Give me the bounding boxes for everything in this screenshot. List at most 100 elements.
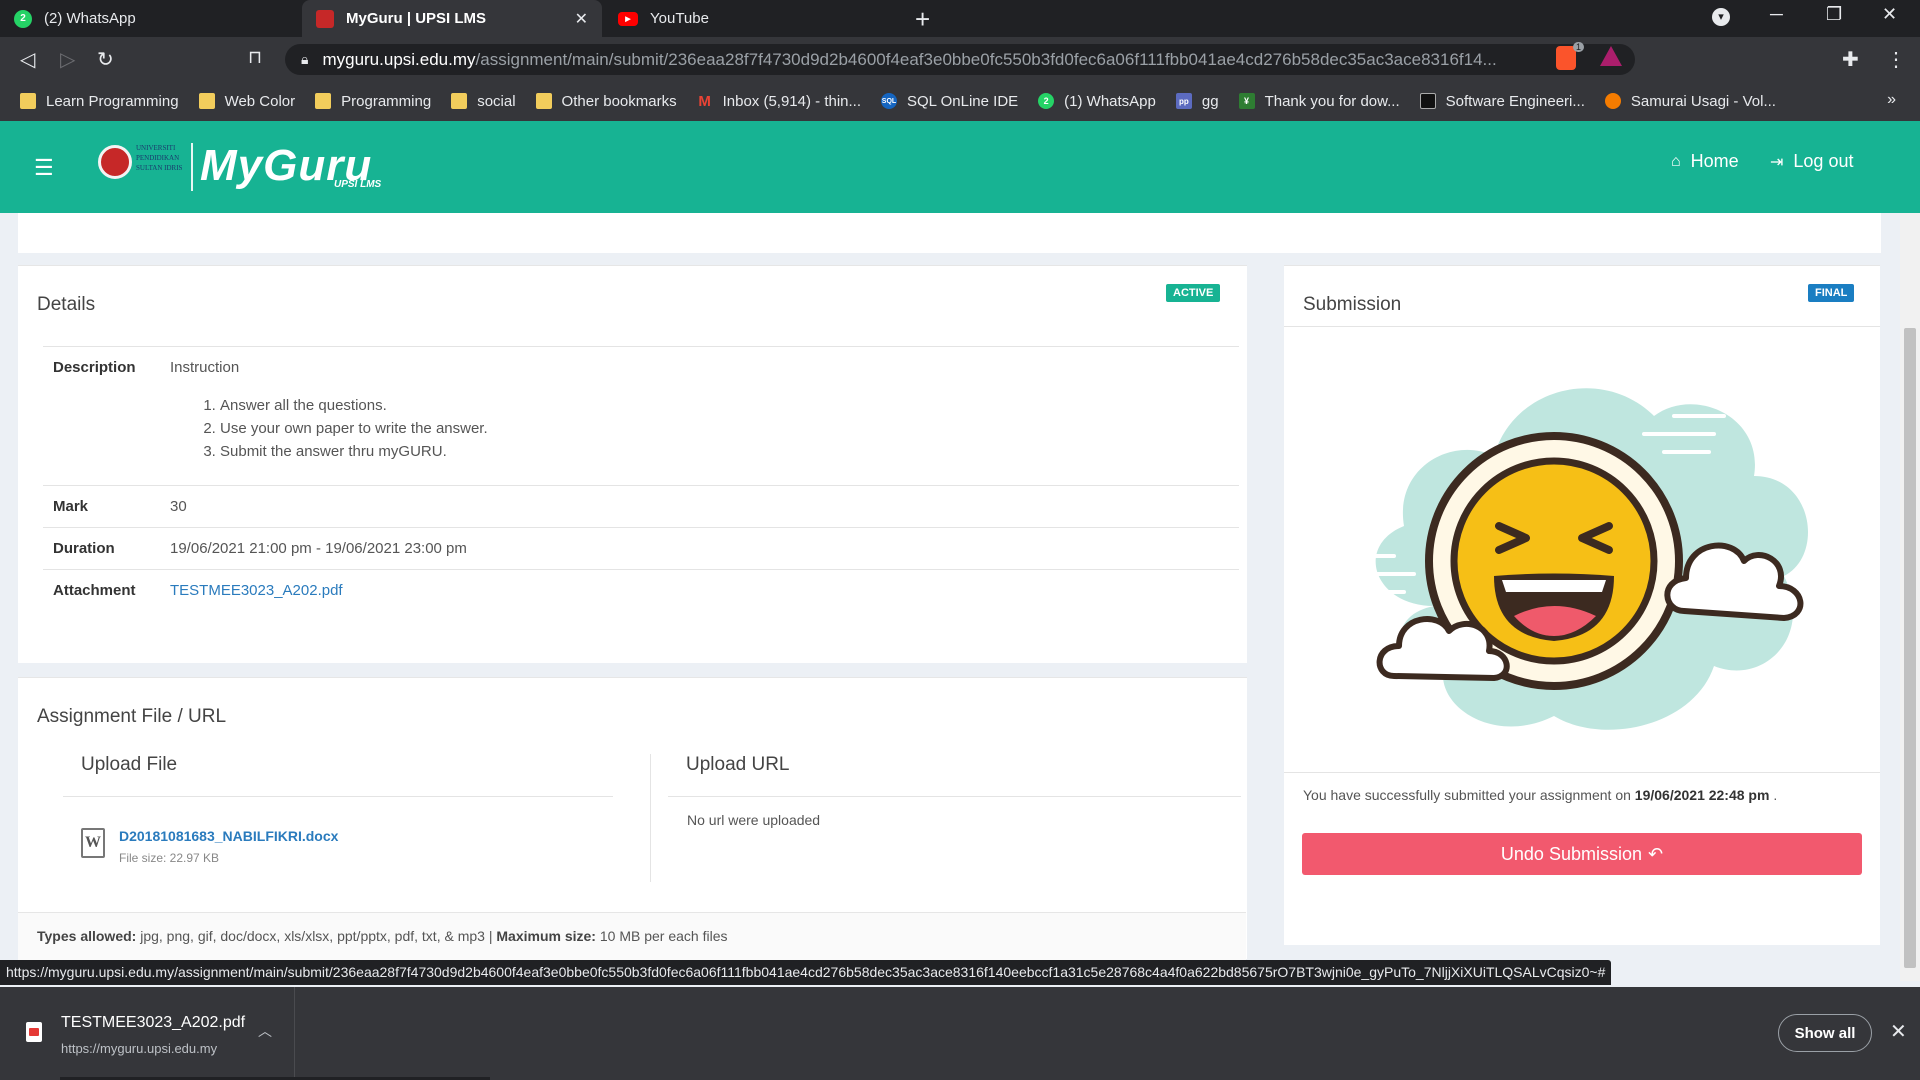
word-file-icon: W bbox=[81, 828, 105, 858]
home-label: Home bbox=[1690, 151, 1739, 171]
close-window-icon[interactable]: ✕ bbox=[1882, 4, 1897, 25]
panel-divider bbox=[1284, 326, 1880, 327]
upsi-icon bbox=[316, 9, 334, 28]
tab-youtube[interactable]: ▶ YouTube bbox=[604, 0, 904, 37]
chevron-up-icon[interactable]: ︿ bbox=[258, 1021, 272, 1041]
uploaded-file-link[interactable]: D20181081683_NABILFIKRI.docx bbox=[119, 828, 338, 844]
description-row: Description Instruction Answer all the q… bbox=[43, 346, 1239, 485]
types-separator: | bbox=[488, 928, 493, 944]
instruction-list: Answer all the questions. Use your own p… bbox=[220, 394, 488, 463]
tab-whatsapp[interactable]: 2 (2) WhatsApp bbox=[0, 0, 300, 37]
final-badge: FINAL bbox=[1808, 284, 1855, 302]
submission-panel: Submission FINAL You have successfully s… bbox=[1284, 265, 1880, 945]
bookmark-software-eng[interactable]: Software Engineeri... bbox=[1419, 93, 1585, 110]
forward-icon[interactable]: ▷ bbox=[60, 47, 75, 72]
bookmark-label: Other bookmarks bbox=[561, 92, 677, 110]
bookmark-label: Thank you for dow... bbox=[1264, 92, 1400, 110]
bookmark-gmail[interactable]: M Inbox (5,914) - thin... bbox=[697, 93, 861, 110]
reload-icon[interactable]: ↻ bbox=[97, 47, 114, 72]
bookmark-social[interactable]: social bbox=[451, 92, 516, 110]
new-tab-icon[interactable]: + bbox=[915, 4, 930, 35]
duration-row: Duration 19/06/2021 21:00 pm - 19/06/202… bbox=[43, 527, 1239, 569]
youtube-icon: ▶ bbox=[618, 11, 638, 26]
tab-search-icon[interactable]: ▾ bbox=[1712, 8, 1730, 26]
bookmark-icon[interactable]: ⊓ bbox=[248, 47, 262, 68]
download-file-name: TESTMEE3023_A202.pdf bbox=[61, 1014, 246, 1031]
undo-submission-button[interactable]: Undo Submission ↶ bbox=[1302, 833, 1862, 875]
duration-label: Duration bbox=[53, 540, 115, 557]
bookmark-label: gg bbox=[1201, 92, 1219, 110]
browser-tab-bar: 2 (2) WhatsApp MyGuru | UPSI LMS ✕ ▶ You… bbox=[0, 0, 1920, 37]
bookmark-sql-online[interactable]: SQL SQL OnLine IDE bbox=[881, 93, 1018, 110]
previous-panel-bottom bbox=[18, 213, 1881, 253]
menu-icon[interactable]: ⋮ bbox=[1886, 47, 1906, 72]
address-bar[interactable]: 🔒︎ myguru.upsi.edu.my /assignment/main/s… bbox=[285, 44, 1635, 75]
bookmark-label: (1) WhatsApp bbox=[1064, 92, 1156, 110]
file-types-info: Types allowed: jpg, png, gif, doc/docx, … bbox=[18, 912, 1246, 960]
bookmark-web-color[interactable]: Web Color bbox=[198, 93, 295, 110]
undo-label: Undo Submission bbox=[1500, 843, 1642, 864]
attachment-link[interactable]: TESTMEE3023_A202.pdf bbox=[170, 582, 343, 599]
gmail-icon: M bbox=[698, 92, 711, 110]
bookmark-learn-programming[interactable]: Learn Programming bbox=[20, 93, 179, 110]
max-size-label: Maximum size: bbox=[496, 928, 596, 944]
uploaded-file: W D20181081683_NABILFIKRI.docx File size… bbox=[81, 828, 338, 865]
bookmark-whatsapp[interactable]: 2 (1) WhatsApp bbox=[1038, 93, 1156, 110]
description-value: Instruction Answer all the questions. Us… bbox=[170, 359, 488, 463]
types-value: jpg, png, gif, doc/docx, xls/xlsx, ppt/p… bbox=[140, 928, 485, 944]
tab-title: YouTube bbox=[650, 10, 709, 27]
close-icon[interactable]: ✕ bbox=[575, 9, 588, 29]
details-panel: Details ACTIVE Description Instruction A… bbox=[18, 265, 1247, 663]
attachment-row: Attachment TESTMEE3023_A202.pdf bbox=[43, 569, 1239, 611]
link-status-bar: https://myguru.upsi.edu.my/assignment/ma… bbox=[0, 960, 1612, 985]
folder-icon bbox=[20, 93, 36, 109]
bookmark-thank-you[interactable]: ¥ Thank you for dow... bbox=[1238, 92, 1400, 110]
submission-message: You have successfully submitted your ass… bbox=[1284, 772, 1880, 817]
page-scrollbar[interactable] bbox=[1900, 213, 1920, 981]
pp-icon: pp bbox=[1175, 93, 1192, 109]
bookmark-samurai-usagi[interactable]: Samurai Usagi - Vol... bbox=[1604, 92, 1776, 110]
bookmark-other[interactable]: Other bookmarks bbox=[535, 92, 677, 110]
show-all-button[interactable]: Show all bbox=[1778, 1014, 1872, 1052]
mark-row: Mark 30 bbox=[43, 485, 1239, 527]
bookmark-label: social bbox=[477, 92, 516, 110]
scrollbar-thumb[interactable] bbox=[1904, 328, 1916, 968]
max-size-value: 10 MB per each files bbox=[599, 928, 728, 944]
close-shelf-icon[interactable]: ✕ bbox=[1890, 1019, 1907, 1044]
tab-title: MyGuru | UPSI LMS bbox=[346, 10, 487, 27]
bookmark-gg[interactable]: pp gg bbox=[1175, 92, 1219, 110]
bookmark-programming[interactable]: Programming bbox=[315, 93, 431, 110]
upload-url-section: Upload URL No url were uploaded bbox=[668, 754, 1241, 843]
bookmark-label: Inbox (5,914) - thin... bbox=[722, 92, 861, 110]
url-path: /assignment/main/submit/236eaa28f7f4730d… bbox=[475, 49, 1497, 69]
upload-file-section: Upload File bbox=[63, 754, 613, 797]
url-host: myguru.upsi.edu.my bbox=[322, 49, 476, 69]
hamburger-menu-icon[interactable]: ☰ bbox=[34, 155, 54, 181]
mark-value: 30 bbox=[170, 498, 187, 515]
chevron-right-icon[interactable]: » bbox=[1887, 91, 1896, 109]
bookmarks-bar: Learn Programming Web Color Programming … bbox=[0, 81, 1920, 121]
folder-icon bbox=[198, 93, 215, 109]
tab-myguru[interactable]: MyGuru | UPSI LMS ✕ bbox=[302, 0, 602, 37]
logo-subtitle: UPSI LMS bbox=[334, 179, 382, 190]
folder-icon bbox=[535, 93, 552, 109]
bookmark-label: Learn Programming bbox=[46, 92, 179, 110]
restore-icon[interactable]: ❐ bbox=[1826, 4, 1842, 25]
brave-rewards-icon[interactable] bbox=[1600, 46, 1622, 66]
folder-icon bbox=[451, 93, 468, 109]
logout-label: Log out bbox=[1793, 151, 1854, 171]
bookmark-label: Programming bbox=[341, 92, 432, 110]
home-icon: ⌂ bbox=[1671, 152, 1681, 170]
university-name-logo: UNIVERSITI PENDIDIKAN SULTAN IDRIS bbox=[136, 144, 183, 172]
mark-label: Mark bbox=[53, 498, 89, 515]
minimize-icon[interactable]: ─ bbox=[1770, 4, 1783, 25]
status-badge: ACTIVE bbox=[1166, 284, 1221, 302]
home-link[interactable]: ⌂ Home bbox=[1671, 151, 1739, 172]
bookmark-label: Samurai Usagi - Vol... bbox=[1630, 92, 1776, 110]
download-source: https://myguru.upsi.edu.my bbox=[61, 1041, 218, 1056]
extensions-icon[interactable]: ✚ bbox=[1842, 47, 1859, 72]
download-item[interactable]: TESTMEE3023_A202.pdf https://myguru.upsi… bbox=[0, 987, 295, 1080]
logout-link[interactable]: ⇥ Log out bbox=[1770, 151, 1853, 172]
app-header: ☰ UNIVERSITI PENDIDIKAN SULTAN IDRIS MyG… bbox=[0, 121, 1920, 213]
back-icon[interactable]: ◁ bbox=[20, 47, 35, 72]
